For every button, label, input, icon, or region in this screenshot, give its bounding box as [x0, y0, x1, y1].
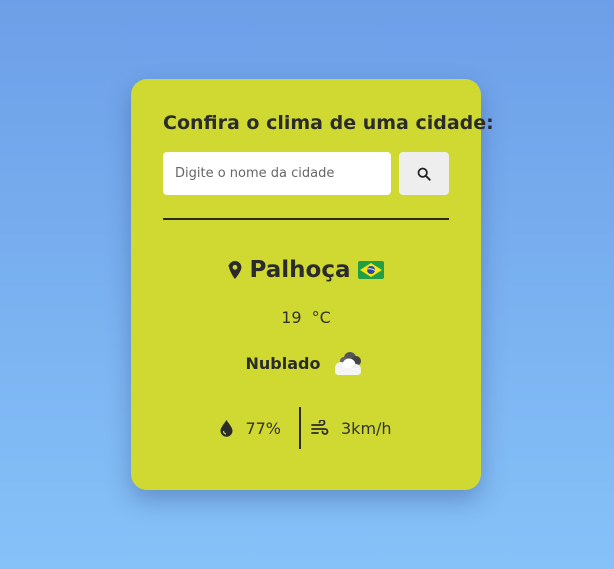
wind-value: 3km/h — [341, 418, 392, 438]
page-title: Confira o clima de uma cidade: — [163, 112, 494, 134]
humidity: 77% — [220, 419, 299, 438]
cloudy-icon — [335, 352, 362, 375]
water-drop-icon — [220, 419, 233, 437]
weather-card: Confira o clima de uma cidade: Palhoça 1… — [131, 79, 494, 490]
temperature-unit: °C — [311, 308, 331, 327]
map-pin-icon — [227, 261, 241, 279]
divider — [163, 218, 449, 220]
wind-icon — [311, 420, 329, 435]
weather-condition: Nublado — [245, 353, 321, 373]
brazil-flag-icon — [358, 261, 385, 279]
city-search-input[interactable] — [163, 152, 391, 195]
wind: 3km/h — [301, 419, 392, 438]
weather-details: 77% 3km/h — [131, 407, 481, 449]
temperature-value: 19 — [281, 308, 302, 327]
search-button[interactable] — [399, 152, 449, 195]
condition-row: Nublado — [131, 349, 481, 377]
humidity-value: 77% — [245, 418, 281, 438]
city-name: Palhoça — [249, 257, 351, 283]
search-icon — [417, 167, 431, 181]
city-row: Palhoça — [131, 257, 481, 283]
temperature-row: 19 °C — [131, 308, 481, 327]
